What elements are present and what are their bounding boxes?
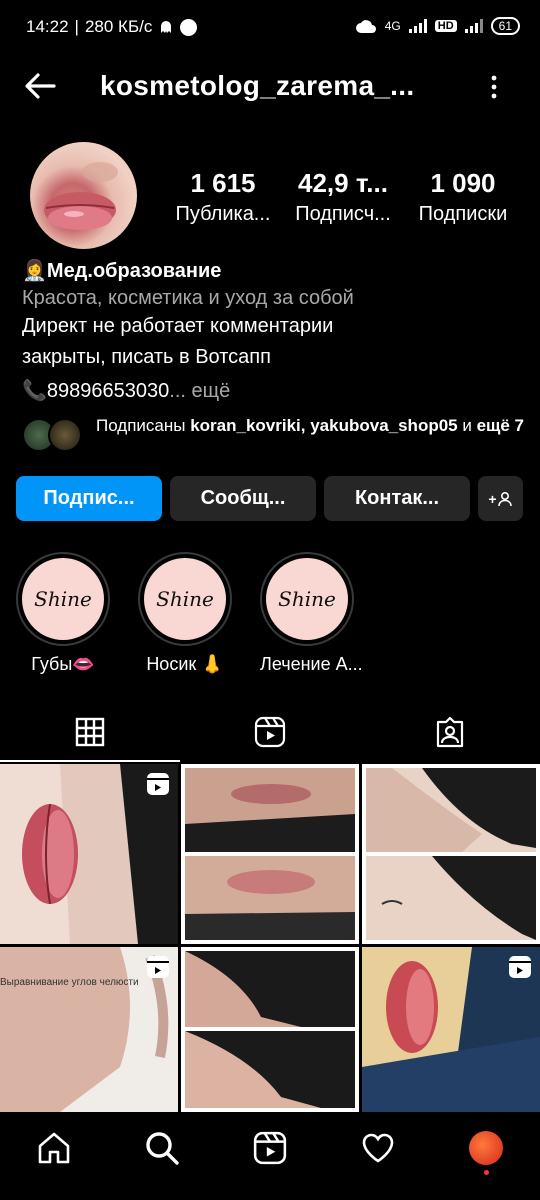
search-icon xyxy=(146,1132,179,1165)
tab-tagged[interactable] xyxy=(360,710,540,754)
status-time: 14:22 xyxy=(26,17,69,36)
highlight-cover: Shine xyxy=(144,558,226,640)
nav-activity[interactable] xyxy=(358,1128,398,1168)
bottom-navigation xyxy=(0,1112,540,1200)
grid-post-2[interactable] xyxy=(181,764,359,944)
contact-button[interactable]: Контак... xyxy=(324,476,470,521)
highlight-cover: Shine xyxy=(266,558,348,640)
stat-followers-value: 42,9 т... xyxy=(298,168,388,198)
grid-post-5[interactable] xyxy=(181,947,359,1112)
bio-phone-row: 📞89896653030... ещё xyxy=(22,378,230,403)
bio-line-1: Директ не работает комментарии xyxy=(22,315,334,337)
stat-posts-value: 1 615 xyxy=(190,168,256,198)
status-left: 14:22 | 280 КБ/с xyxy=(26,17,198,37)
cloud-icon xyxy=(355,20,376,33)
bio-phone: 📞89896653030 xyxy=(22,380,170,402)
grid-post-4[interactable]: Выравнивание углов челюсти xyxy=(0,947,178,1112)
profile-username: kosmetolog_zarema_... xyxy=(100,70,415,101)
grid-post-6[interactable] xyxy=(362,947,540,1112)
stat-followers-label: Подписч... xyxy=(295,203,391,225)
highlight-ring: Shine xyxy=(138,552,232,646)
stat-following[interactable]: 1 090 Подписки xyxy=(404,168,522,226)
stat-posts[interactable]: 1 615 Публика... xyxy=(164,168,282,226)
highlight-ring: Shine xyxy=(260,552,354,646)
message-button[interactable]: Сообщ... xyxy=(170,476,316,521)
reel-indicator-icon xyxy=(509,956,531,978)
add-label: + xyxy=(488,490,497,507)
more-options-icon[interactable] xyxy=(484,72,504,102)
post-image-nose-profile xyxy=(185,951,355,1108)
reels-icon xyxy=(253,1131,287,1165)
add-person-icon xyxy=(497,491,512,506)
network-type: 4G xyxy=(384,19,401,33)
profile-avatar-small xyxy=(469,1131,503,1165)
followed-by-prefix: Подписаны xyxy=(96,416,191,435)
follow-button[interactable]: Подпис... xyxy=(16,476,162,521)
followed-by-more[interactable]: ещё 7 xyxy=(477,416,524,435)
tab-posts-grid[interactable] xyxy=(0,710,180,754)
heart-icon xyxy=(362,1133,394,1163)
status-right: 4G HD 61 xyxy=(355,17,520,35)
post-image-nose-before-after xyxy=(366,768,536,940)
followed-by-text[interactable]: Подписаны koran_kovriki, yakubova_shop05… xyxy=(96,414,526,437)
status-speed: 280 КБ/с xyxy=(84,17,153,36)
back-arrow-icon[interactable] xyxy=(22,68,58,104)
grid-icon xyxy=(75,717,105,747)
nav-search[interactable] xyxy=(142,1128,182,1168)
battery-indicator: 61 xyxy=(490,17,520,35)
grid-post-1[interactable] xyxy=(0,764,178,944)
reel-indicator-icon xyxy=(147,956,169,978)
status-dot-icon xyxy=(180,18,198,36)
highlight-treatment[interactable]: Shine Лечение А... xyxy=(260,552,363,675)
nav-reels[interactable] xyxy=(250,1128,290,1168)
nav-home[interactable] xyxy=(34,1128,74,1168)
bio-title: 👩‍⚕️Мед.образование xyxy=(22,260,222,282)
reels-icon xyxy=(254,716,286,748)
follower-avatar-2[interactable] xyxy=(48,418,82,452)
tagged-person-icon xyxy=(436,716,464,748)
profile-avatar[interactable] xyxy=(30,142,137,249)
followed-by-users[interactable]: koran_kovriki, yakubova_shop05 xyxy=(190,416,457,435)
grid-post-3[interactable] xyxy=(362,764,540,944)
lips-image xyxy=(44,162,118,230)
notification-dot xyxy=(484,1170,489,1175)
highlight-lips[interactable]: Shine Губы👄 xyxy=(16,552,110,675)
stat-following-value: 1 090 xyxy=(430,168,496,198)
highlight-label: Губы👄 xyxy=(31,654,95,674)
tab-indicator xyxy=(0,760,180,762)
nav-profile[interactable] xyxy=(466,1128,506,1175)
suggest-people-button[interactable]: + xyxy=(478,476,523,521)
hd-badge: HD xyxy=(434,20,457,32)
tab-reels[interactable] xyxy=(180,710,360,754)
stat-posts-label: Публика... xyxy=(175,203,271,225)
highlight-nose[interactable]: Shine Носик 👃 xyxy=(138,552,232,675)
highlight-cover: Shine xyxy=(22,558,104,640)
bio-line-2: закрыты, писать в Вотсапп xyxy=(22,346,271,368)
signal-icon-2 xyxy=(464,19,483,33)
reel-indicator-icon xyxy=(147,773,169,795)
signal-icon xyxy=(408,19,427,33)
home-icon xyxy=(38,1132,70,1164)
highlight-label: Лечение А... xyxy=(260,654,363,674)
followed-by-and: и xyxy=(457,416,477,435)
stat-following-label: Подписки xyxy=(418,203,508,225)
ghost-icon xyxy=(161,21,172,33)
stat-followers[interactable]: 42,9 т... Подписч... xyxy=(284,168,402,226)
highlight-label: Носик 👃 xyxy=(146,654,224,674)
status-bar: 14:22 | 280 КБ/с 4G HD 61 xyxy=(0,0,540,56)
bio-more-link[interactable]: ... ещё xyxy=(169,380,230,402)
post-image-lips-before-after xyxy=(185,768,355,940)
bio-category: Красота, косметика и уход за собой xyxy=(22,287,354,309)
post-overlay-text: Выравнивание углов челюсти xyxy=(0,977,139,988)
highlight-ring: Shine xyxy=(16,552,110,646)
